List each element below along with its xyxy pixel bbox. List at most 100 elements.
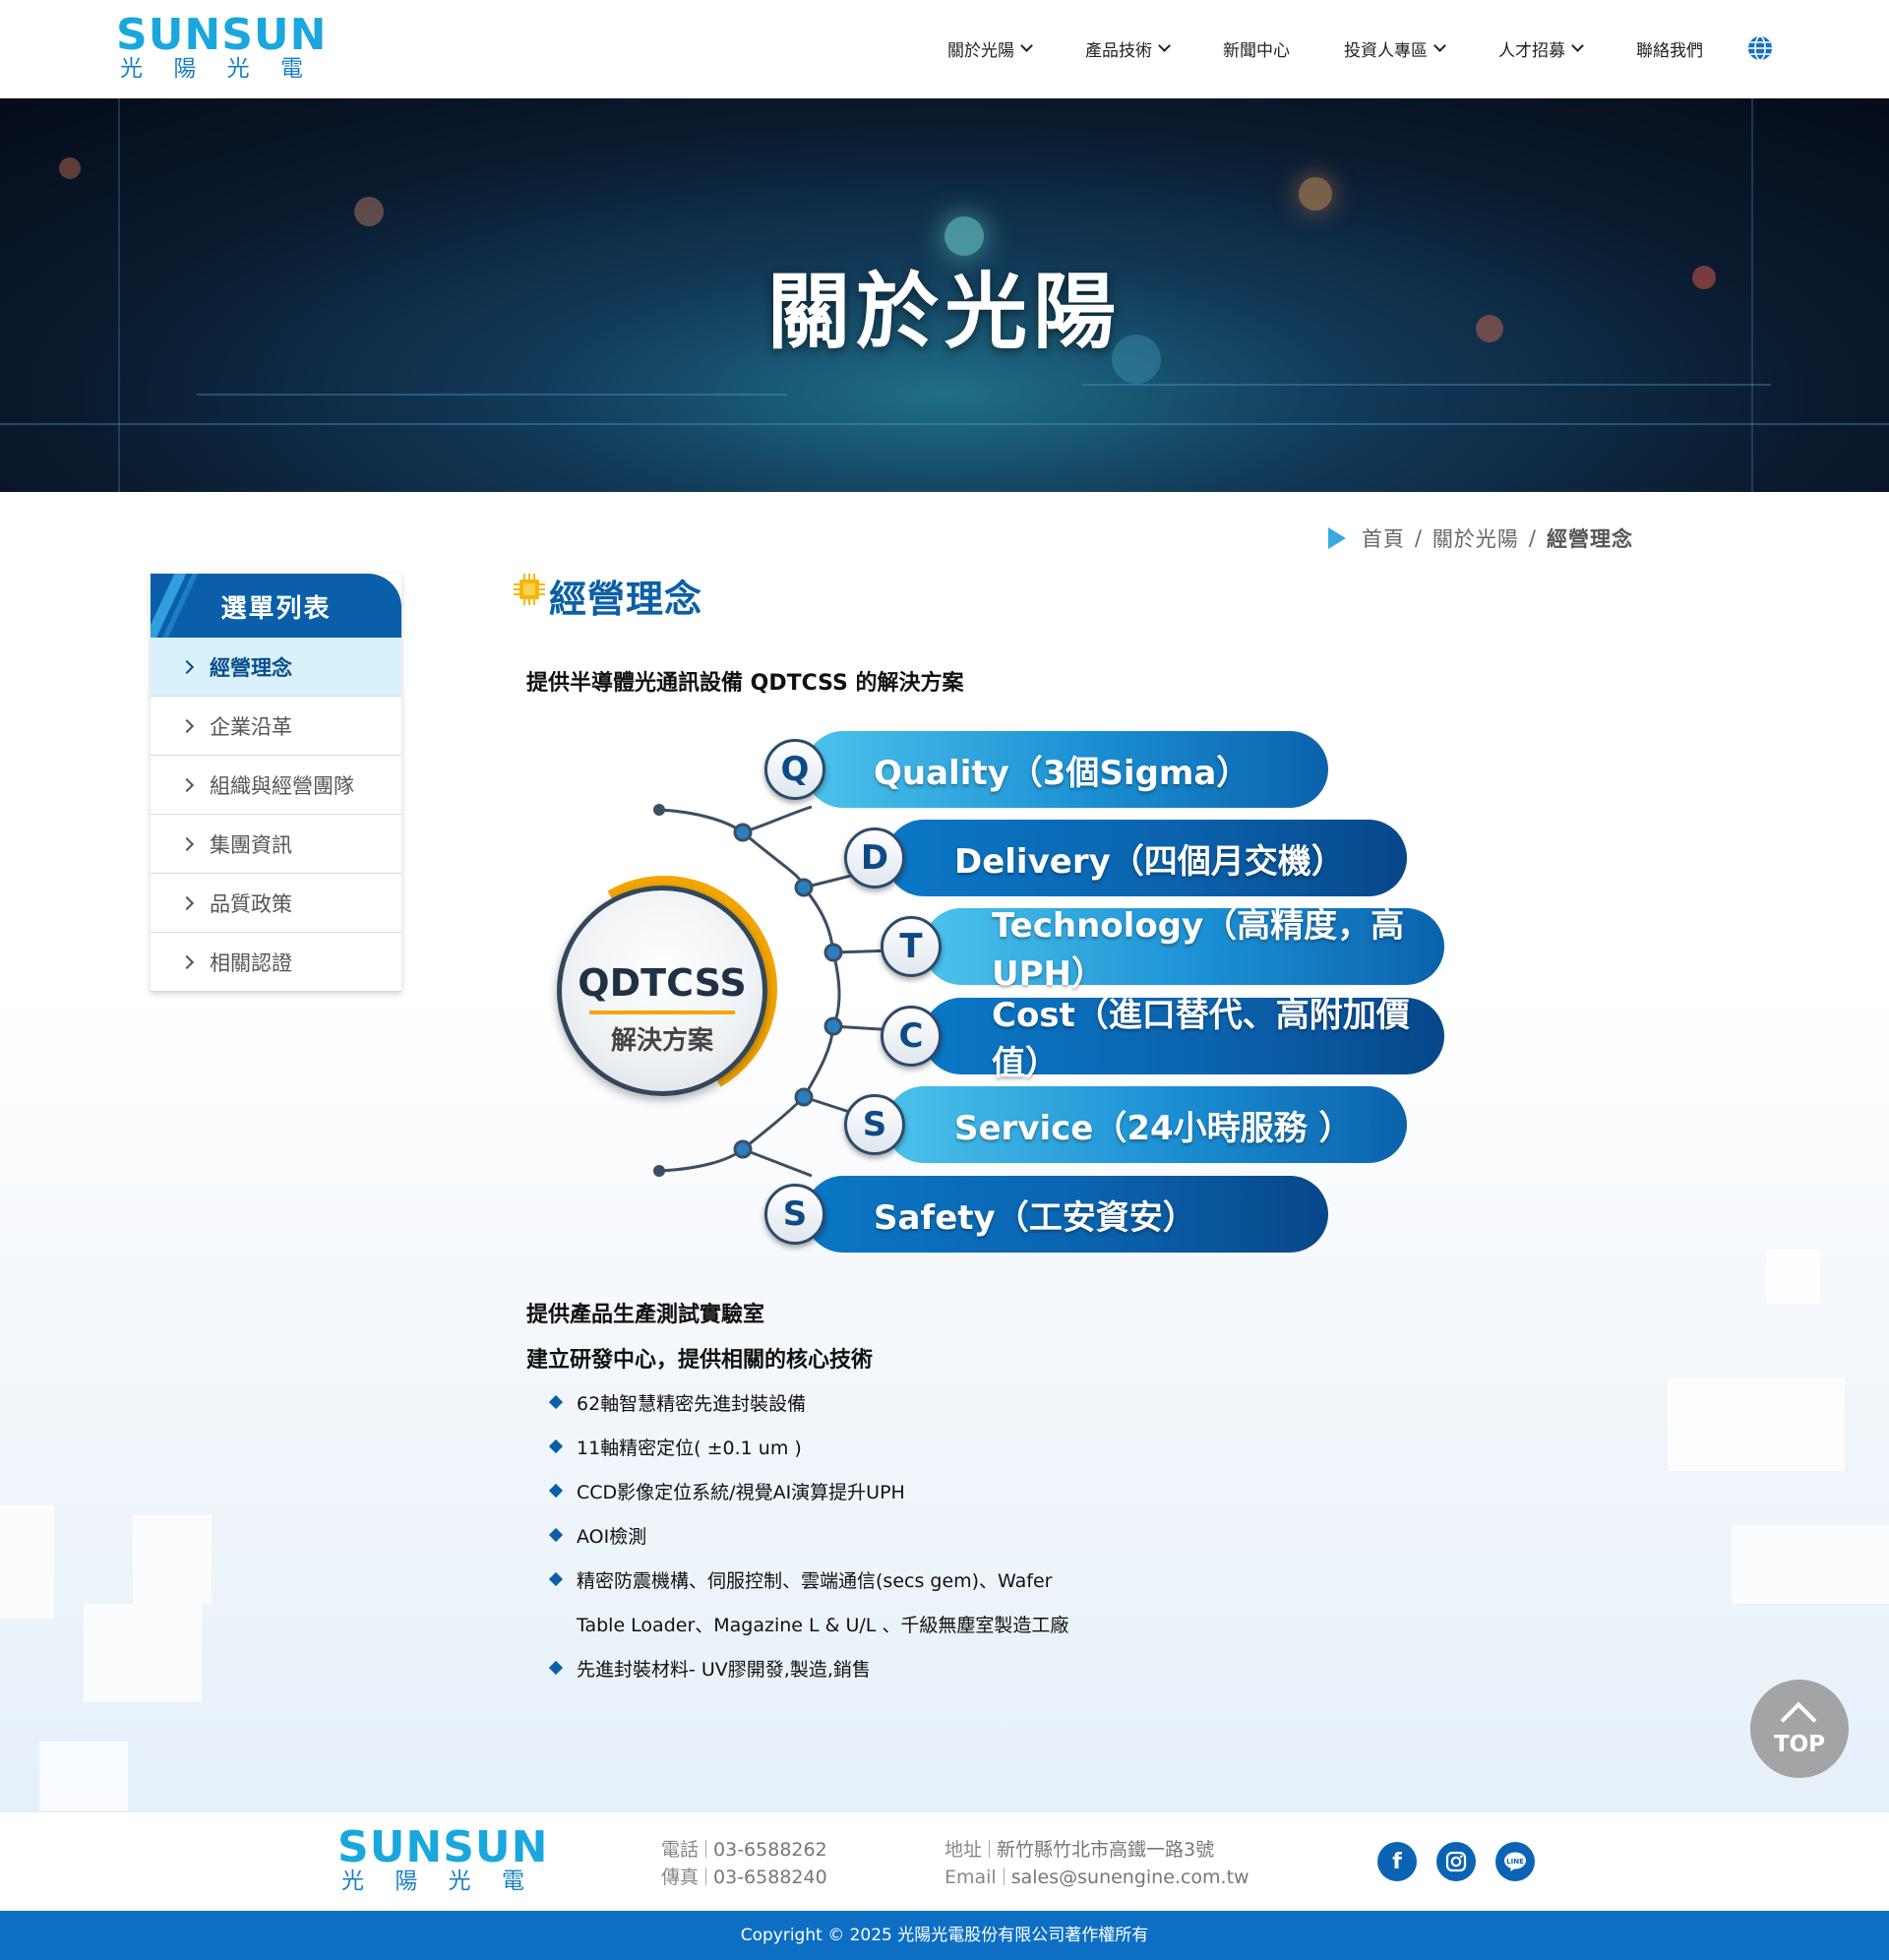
banner-circuit-line — [0, 423, 1889, 425]
main-nav: 關於光陽 產品技術 新聞中心 投資人專區 人才招募 聯絡我們 — [893, 35, 1773, 61]
chevron-right-icon — [179, 777, 195, 792]
qdtcss-item-quality: Quality（3個Sigma） — [805, 731, 1328, 808]
sidebar-item-certifications[interactable]: 相關認證 — [151, 933, 401, 992]
nav-item-investors[interactable]: 投資人專區 — [1344, 36, 1446, 61]
footer-address-value: 新竹縣竹北市高鐵一路3號 — [997, 1839, 1215, 1861]
qdtcss-center-circle: QDTCSS 解決方案 — [525, 850, 803, 1128]
chevron-down-icon — [1158, 39, 1171, 52]
sidebar-item-organization[interactable]: 組織與經營團隊 — [151, 756, 401, 815]
sidebar-menu: 選單列表 經營理念 企業沿革 組織與經營團隊 集團資訊 品質政策 相關認證 — [151, 574, 401, 992]
chevron-right-icon — [179, 895, 195, 910]
qdtcss-item-delivery: Delivery（四個月交機） — [885, 820, 1407, 896]
qdtcss-diagram: QDTCSS 解決方案 Quality（3個Sigma） Q Delivery（… — [525, 728, 1451, 1259]
breadcrumb: 首頁 / 關於光陽 / 經營理念 — [1327, 523, 1633, 553]
list-item: AOI檢測 — [548, 1522, 1068, 1566]
chevron-right-icon — [179, 718, 195, 733]
page-banner: 關於光陽 — [0, 98, 1889, 492]
nav-item-news[interactable]: 新聞中心 — [1223, 36, 1290, 61]
nav-item-about[interactable]: 關於光陽 — [947, 36, 1033, 61]
site-header: SUNSUN 光 陽 光 電 關於光陽 產品技術 新聞中心 投資人專區 人才招募… — [0, 0, 1889, 98]
diamond-bullet-icon — [548, 1527, 564, 1543]
bg-square — [133, 1515, 212, 1604]
list-item: 11軸精密定位( ±0.1 um ) — [548, 1434, 1068, 1478]
breadcrumb-home[interactable]: 首頁 — [1362, 523, 1405, 553]
footer-phone[interactable]: 03-6588262 — [713, 1839, 827, 1861]
qdtcss-item-technology: Technology（高精度，高UPH） — [923, 906, 1444, 994]
diamond-bullet-icon — [548, 1571, 564, 1587]
bg-square — [1732, 1525, 1889, 1604]
list-item: 精密防震機構、伺服控制、雲端通信(secs gem)、Wafer — [548, 1566, 1068, 1611]
banner-light — [59, 157, 81, 179]
banner-circuit-line — [197, 394, 787, 396]
bg-square — [1766, 1250, 1820, 1304]
breadcrumb-arrow-icon — [1327, 527, 1346, 549]
bg-square — [1668, 1378, 1845, 1471]
bg-square — [84, 1604, 202, 1702]
qdtcss-item-safety: Safety（工安資安） — [805, 1176, 1328, 1253]
chevron-down-icon — [1571, 39, 1584, 52]
chevron-right-icon — [179, 954, 195, 969]
qdtcss-item-cost: Cost（進口替代、高附加價值） — [923, 996, 1444, 1083]
instagram-icon[interactable] — [1436, 1842, 1476, 1881]
footer-address: 地址 新竹縣竹北市高鐵一路3號 Email sales@sunengine.com.… — [944, 1839, 1249, 1888]
site-footer: SUNSUN 光 陽 光 電 電話 03-6588262 傳真 03-6588240… — [0, 1812, 1889, 1911]
chevron-right-icon — [179, 659, 195, 674]
qdtcss-letter-s: S — [764, 1184, 825, 1245]
diamond-bullet-icon — [548, 1660, 564, 1676]
footer-contact: 電話 03-6588262 傳真 03-6588240 — [661, 1839, 827, 1888]
sidebar-item-history[interactable]: 企業沿革 — [151, 697, 401, 756]
site-logo[interactable]: SUNSUN 光 陽 光 電 — [116, 10, 328, 83]
bg-square — [0, 1505, 54, 1619]
qdtcss-letter-t: T — [881, 916, 942, 977]
qdtcss-center-title: QDTCSS — [578, 961, 747, 1005]
banner-light — [354, 197, 384, 226]
sidebar-item-philosophy[interactable]: 經營理念 — [151, 638, 401, 697]
core-tech-list: 62軸智慧精密先進封裝設備 11軸精密定位( ±0.1 um ) CCD影像定位… — [548, 1389, 1069, 1699]
list-item: CCD影像定位系統/視覺AI演算提升UPH — [548, 1478, 1068, 1522]
breadcrumb-parent[interactable]: 關於光陽 — [1432, 523, 1519, 553]
qdtcss-letter-s: S — [844, 1094, 905, 1155]
qdtcss-item-service: Service（24小時服務 ） — [885, 1086, 1407, 1163]
qdtcss-letter-c: C — [881, 1006, 942, 1067]
list-item: 62軸智慧精密先進封裝設備 — [548, 1389, 1068, 1434]
rd-heading: 建立研發中心，提供相關的核心技術 — [526, 1348, 874, 1373]
banner-light — [1299, 177, 1332, 211]
bg-square — [39, 1742, 128, 1810]
logo-wordmark: SUNSUN — [116, 10, 328, 60]
footer-fax: 03-6588240 — [713, 1867, 827, 1888]
list-item: 先進封裝材料- UV膠開發,製造,銷售 — [548, 1655, 1068, 1699]
nav-item-products[interactable]: 產品技術 — [1085, 36, 1171, 61]
sidebar-header: 選單列表 — [151, 574, 401, 638]
breadcrumb-current: 經營理念 — [1547, 527, 1633, 551]
back-to-top-button[interactable]: TOP — [1750, 1680, 1849, 1778]
svg-text:LINE: LINE — [1506, 1858, 1524, 1866]
diamond-bullet-icon — [548, 1394, 564, 1410]
chevron-down-icon — [1020, 39, 1033, 52]
sidebar-item-quality-policy[interactable]: 品質政策 — [151, 874, 401, 933]
intro-text: 提供半導體光通訊設備 QDTCSS 的解決方案 — [526, 671, 964, 696]
qdtcss-letter-d: D — [844, 827, 905, 888]
globe-icon[interactable] — [1747, 35, 1773, 61]
diamond-bullet-icon — [548, 1439, 564, 1454]
sidebar-item-group-info[interactable]: 集團資訊 — [151, 815, 401, 874]
banner-title: 關於光陽 — [766, 264, 1122, 360]
diamond-bullet-icon — [548, 1483, 564, 1499]
footer-logo[interactable]: SUNSUN 光 陽 光 電 — [337, 1822, 549, 1895]
logo-wordmark: SUNSUN — [337, 1822, 549, 1872]
chevron-down-icon — [1433, 39, 1446, 52]
nav-item-careers[interactable]: 人才招募 — [1498, 36, 1584, 61]
chevron-right-icon — [179, 836, 195, 851]
copyright-bar: Copyright © 2025 光陽光電股份有限公司著作權所有 — [0, 1911, 1889, 1960]
page-title: 經營理念 — [512, 569, 702, 623]
banner-circuit-line — [1082, 384, 1771, 386]
facebook-icon[interactable]: f — [1377, 1842, 1417, 1881]
footer-email[interactable]: sales@sunengine.com.tw — [1011, 1867, 1249, 1888]
list-item-continuation: Table Loader、Magazine L & U/L 、千級無塵室製造工廠 — [577, 1615, 1069, 1636]
qdtcss-center-subtitle: 解決方案 — [610, 1026, 713, 1056]
chip-icon — [514, 573, 545, 605]
qdtcss-letter-q: Q — [764, 739, 825, 800]
nav-item-contact[interactable]: 聯絡我們 — [1636, 36, 1703, 61]
lab-heading: 提供產品生產測試實驗室 — [526, 1303, 765, 1327]
sidebar-title: 選單列表 — [220, 594, 332, 624]
line-icon[interactable]: LINE — [1495, 1842, 1535, 1881]
